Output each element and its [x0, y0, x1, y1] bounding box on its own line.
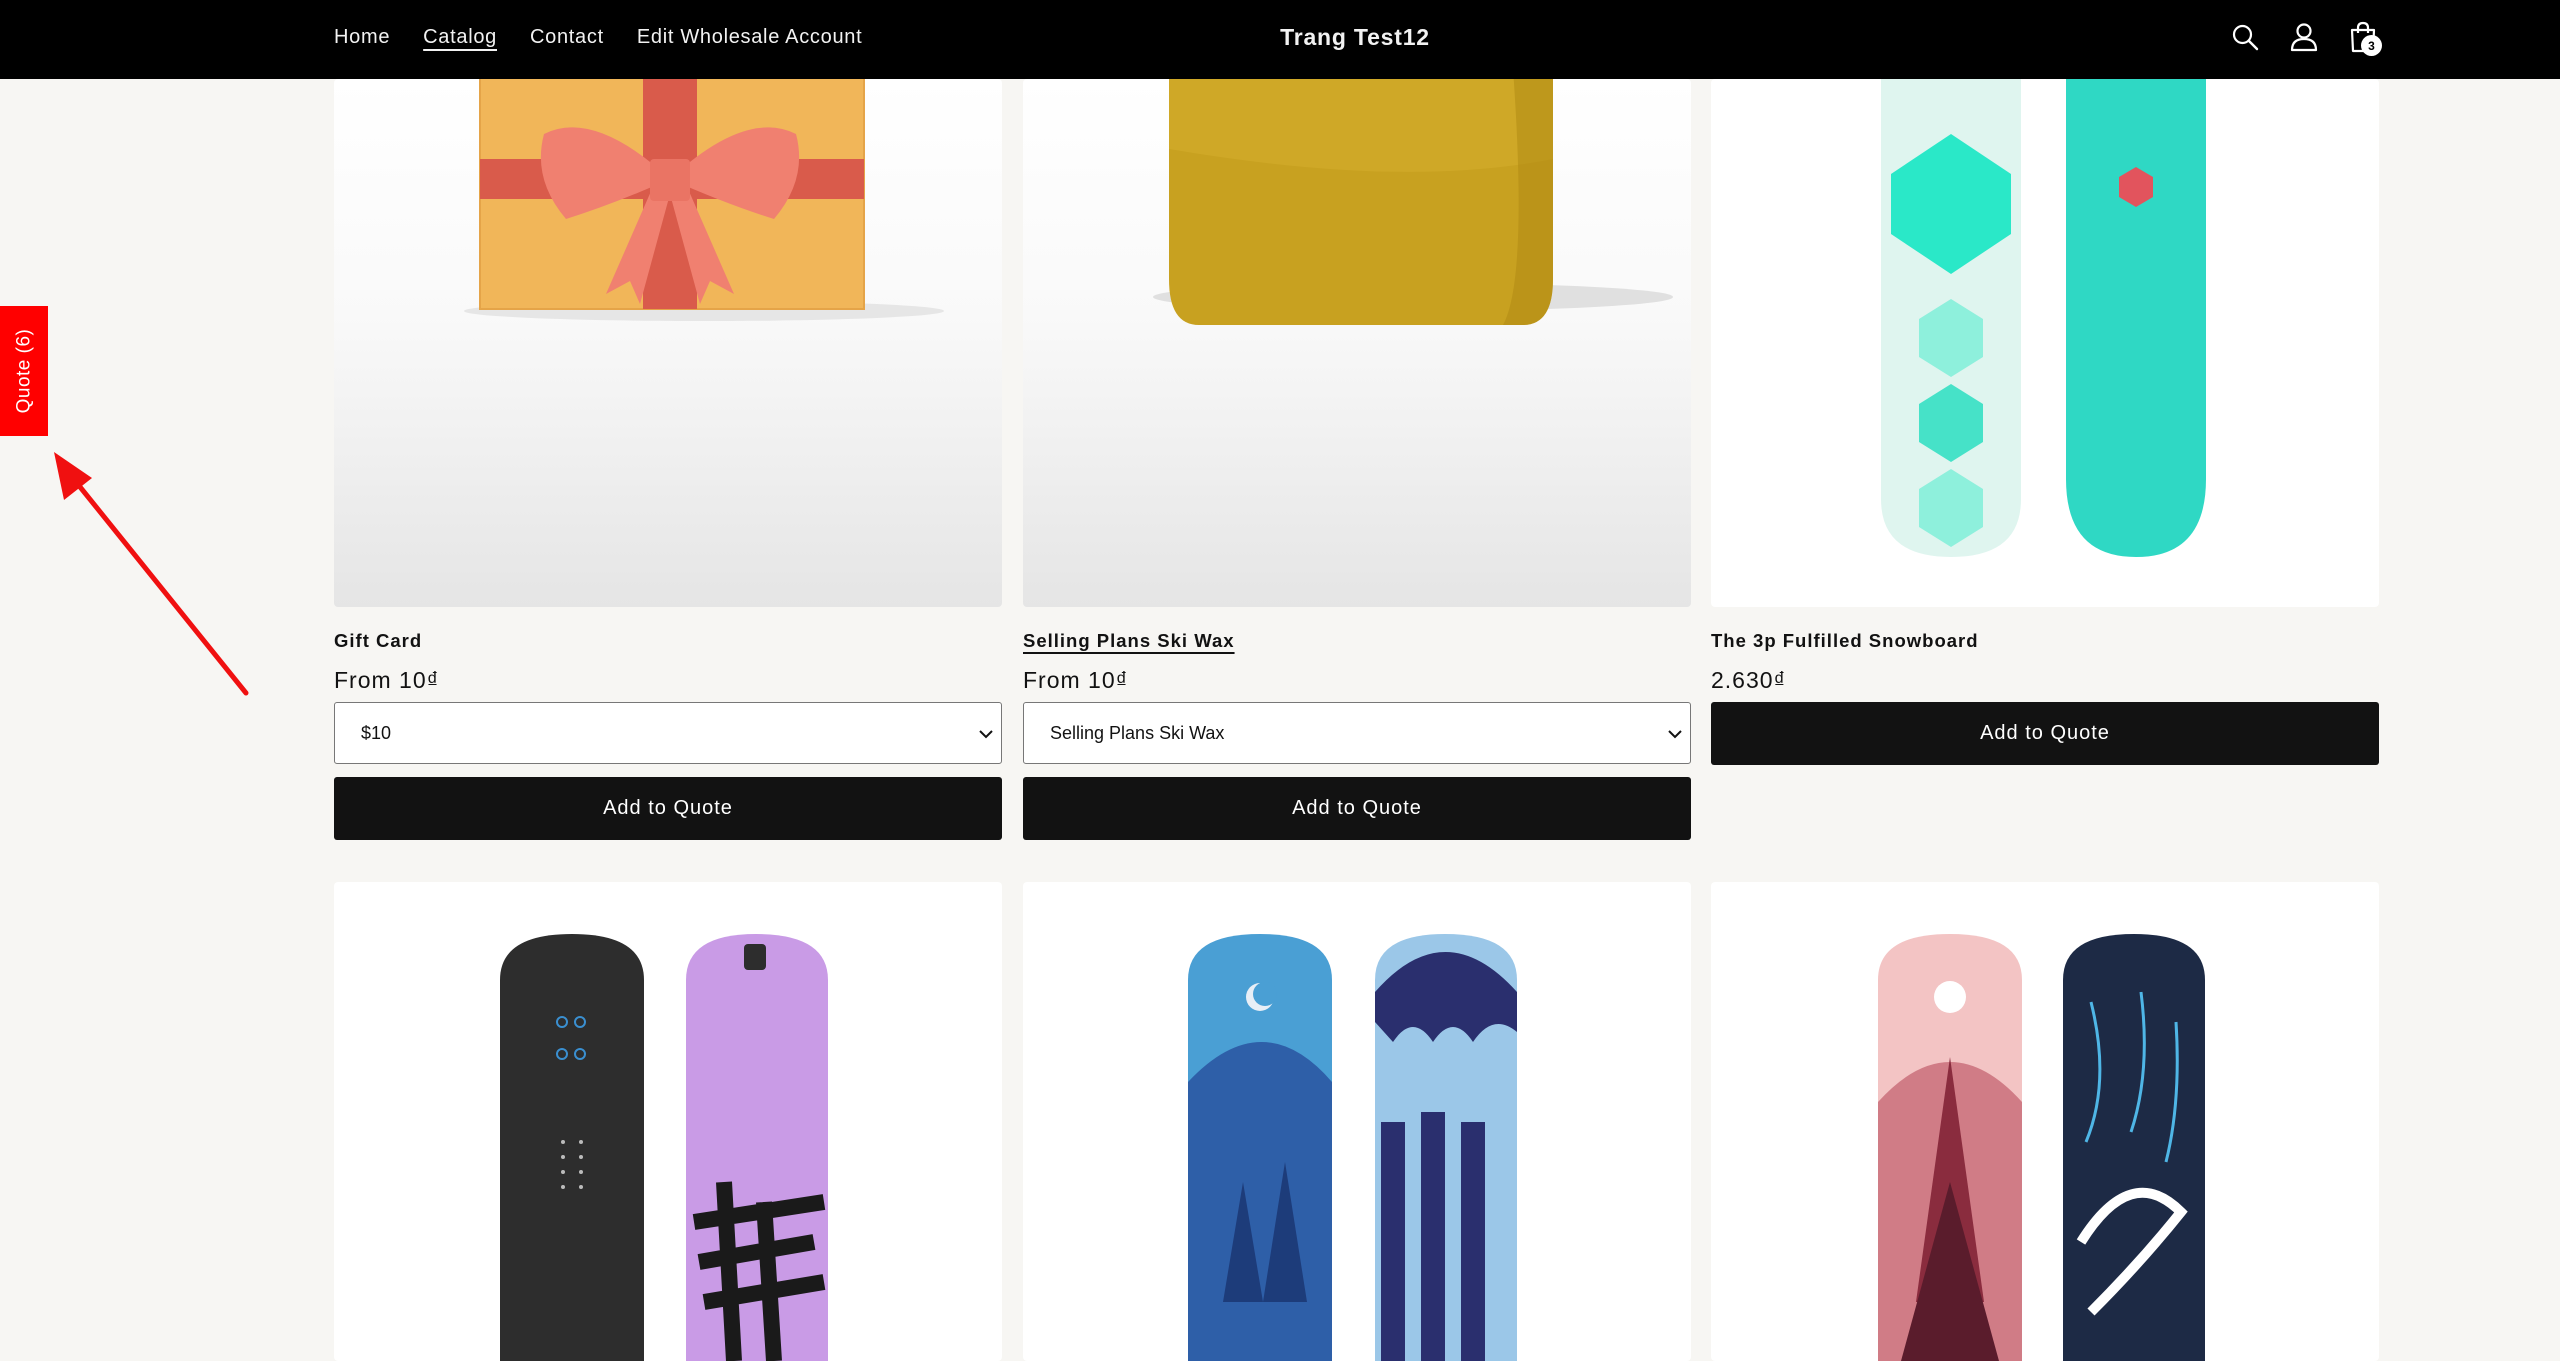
product-card: [334, 882, 1002, 1361]
product-title[interactable]: Selling Plans Ski Wax: [1023, 630, 1235, 652]
product-price: From 10₫: [334, 667, 440, 693]
product-image[interactable]: [1023, 79, 1691, 607]
gift-box-image: [464, 79, 944, 321]
product-image[interactable]: [334, 79, 1002, 607]
product-title[interactable]: The 3p Fulfilled Snowboard: [1711, 630, 1979, 652]
nav-catalog[interactable]: Catalog: [423, 26, 497, 49]
chevron-down-icon: [979, 730, 993, 739]
account-icon[interactable]: [2281, 14, 2327, 60]
main-nav: Home Catalog Contact Edit Wholesale Acco…: [334, 0, 862, 75]
quote-tab[interactable]: Quote (6): [0, 306, 48, 436]
cart-count-badge: 3: [2361, 35, 2382, 56]
variant-select-value: Selling Plans Ski Wax: [1050, 722, 1225, 743]
nav-home[interactable]: Home: [334, 26, 390, 49]
add-to-quote-button[interactable]: Add to Quote: [1711, 702, 2379, 765]
chevron-down-icon: [1668, 730, 1682, 739]
product-image[interactable]: [1023, 882, 1691, 1361]
product-card-gift-card: Gift Card From 10₫ $10 Add to Quote: [334, 79, 1002, 841]
snowboard-image: [1878, 934, 2205, 1361]
nav-edit-wholesale-account[interactable]: Edit Wholesale Account: [637, 26, 863, 49]
snowboard-image: [500, 934, 828, 1361]
ski-wax-image: [1153, 79, 1673, 325]
product-card: [1711, 882, 2379, 1361]
add-to-quote-button[interactable]: Add to Quote: [334, 777, 1002, 840]
product-card: [1023, 882, 1691, 1361]
annotation-arrow-icon: [54, 452, 249, 696]
variant-select[interactable]: $10: [334, 702, 1002, 764]
product-image[interactable]: [334, 882, 1002, 1361]
quote-tab-label: Quote (6): [13, 328, 35, 414]
add-to-quote-button[interactable]: Add to Quote: [1023, 777, 1691, 840]
variant-select[interactable]: Selling Plans Ski Wax: [1023, 702, 1691, 764]
snowboard-image: [1188, 934, 1517, 1361]
store-name[interactable]: Trang Test12: [1180, 0, 1530, 75]
product-card-3p-fulfilled-snowboard: The 3p Fulfilled Snowboard 2.630₫ Add to…: [1711, 79, 2379, 841]
product-price: 2.630₫: [1711, 667, 1787, 693]
product-image[interactable]: [1711, 79, 2379, 607]
search-icon[interactable]: [2222, 14, 2268, 60]
nav-contact[interactable]: Contact: [530, 26, 604, 49]
snowboard-image: [1881, 79, 2206, 557]
variant-select-value: $10: [361, 722, 392, 743]
product-card-ski-wax: Selling Plans Ski Wax From 10₫ Selling P…: [1023, 79, 1691, 841]
product-image[interactable]: [1711, 882, 2379, 1361]
product-price: From 10₫: [1023, 667, 1129, 693]
site-header: Home Catalog Contact Edit Wholesale Acco…: [0, 0, 2560, 79]
product-title[interactable]: Gift Card: [334, 630, 422, 652]
cart-icon[interactable]: [2340, 14, 2386, 60]
